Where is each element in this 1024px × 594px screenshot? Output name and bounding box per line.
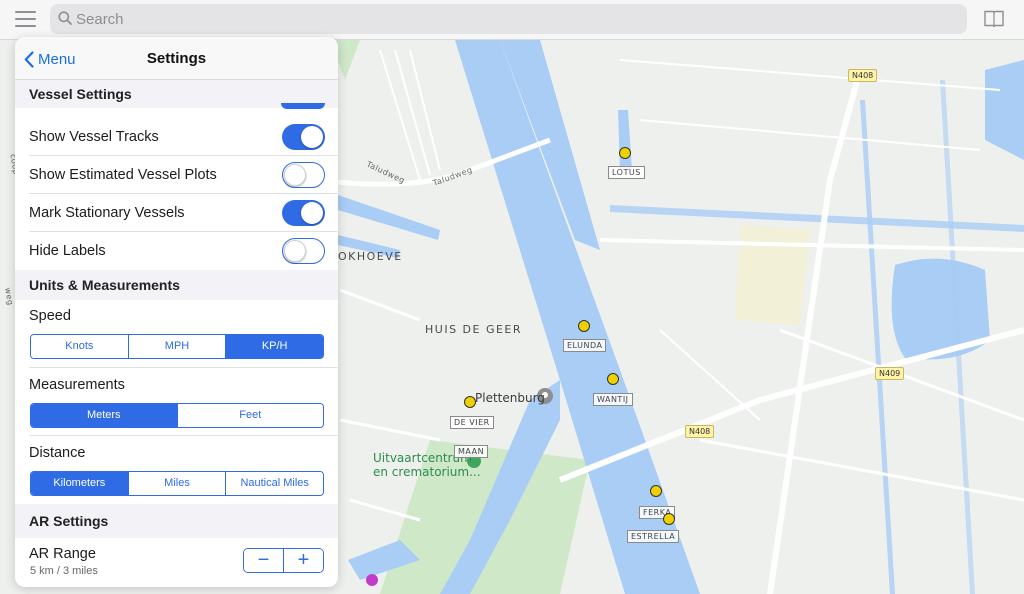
vessel-marker-icon[interactable] [663,513,675,525]
segment-knots[interactable]: Knots [31,335,129,358]
toggle-show-vessel-tracks[interactable] [282,124,325,150]
section-header-ar-settings: AR Settings [15,504,338,538]
place-label-huis-de-geer: HUIS DE GEER [425,323,523,336]
vessel-label-wantij[interactable]: WANTIJ [593,393,633,406]
poi-label-crematorium[interactable]: en crematorium... [373,466,481,479]
menu-icon[interactable] [15,11,36,27]
distance-segmented-control: Kilometers Miles Nautical Miles [30,471,324,496]
speed-segmented-control: Knots MPH KP/H [30,334,324,359]
measurements-segmented-control: Meters Feet [30,403,324,428]
section-header-units: Units & Measurements [15,270,338,300]
vessel-marker-icon[interactable] [464,396,476,408]
search-input[interactable] [76,4,936,34]
segment-nautical-miles[interactable]: Nautical Miles [226,472,323,495]
toggle-hide-labels[interactable] [282,238,325,264]
road-badge-n409: N409 [875,367,905,380]
vessel-marker-icon[interactable] [619,147,631,159]
increment-button[interactable]: + [284,549,323,572]
segment-kilometers[interactable]: Kilometers [31,472,129,495]
segment-miles[interactable]: Miles [128,472,227,495]
panel-header: Menu Settings [15,37,338,80]
vessel-label-maan[interactable]: MAAN [454,445,489,458]
search-icon [58,11,72,25]
setting-label: Distance [29,445,86,461]
setting-row-measurements: Measurements Meters Feet [15,368,338,436]
place-label-okhoeve: OKHOEVE [338,250,403,263]
vessel-label-de-vier[interactable]: DE VIER [450,416,494,429]
segment-meters[interactable]: Meters [31,404,178,427]
vessel-label-estrella[interactable]: ESTRELLA [627,530,680,543]
search-bar[interactable] [50,4,967,34]
top-bar [0,0,1024,40]
road-badge-n408: N408 [685,425,715,438]
setting-row-distance: Distance Kilometers Miles Nautical Miles [15,436,338,504]
toggle-show-estimated-vessel-plots[interactable] [282,162,325,188]
toggle-mark-stationary-vessels[interactable] [282,200,325,226]
setting-label: AR Range [29,546,96,562]
decrement-button[interactable]: − [244,549,284,572]
vessel-marker-icon[interactable] [650,485,662,497]
setting-row-ar-range: AR Range 5 km / 3 miles − + [15,538,338,587]
ar-range-stepper: − + [243,548,324,573]
vessel-marker-icon[interactable] [607,373,619,385]
setting-label: Hide Labels [29,243,106,259]
panel-title: Settings [146,50,207,67]
setting-label: Speed [29,308,71,324]
setting-row-hide-labels: Hide Labels [15,232,338,270]
segment-kph[interactable]: KP/H [226,335,323,358]
vessel-label-elunda[interactable]: ELUNDA [563,339,607,352]
book-icon[interactable] [984,10,1004,27]
ar-range-value: 5 km / 3 miles [30,565,98,577]
setting-row-speed: Speed Knots MPH KP/H [15,300,338,368]
setting-label: Show Vessel Tracks [29,129,159,145]
row-partial [15,108,338,118]
segment-feet[interactable]: Feet [177,404,323,427]
vessel-label-lotus[interactable]: LOTUS [608,166,645,179]
setting-label: Mark Stationary Vessels [29,205,185,221]
road-badge-n408: N408 [848,69,878,82]
setting-label: Measurements [29,377,125,393]
settings-panel: Menu Settings Vessel Settings Show Vesse… [15,37,338,587]
vessel-marker-icon[interactable] [578,320,590,332]
poi-label-plettenburg[interactable]: Plettenburg [475,392,545,405]
segment-mph[interactable]: MPH [128,335,227,358]
setting-row-show-vessel-tracks: Show Vessel Tracks [15,118,338,156]
setting-label: Show Estimated Vessel Plots [29,167,217,183]
setting-row-mark-stationary-vessels: Mark Stationary Vessels [15,194,338,232]
setting-row-show-estimated-vessel-plots: Show Estimated Vessel Plots [15,156,338,194]
toggle-partial[interactable] [281,103,325,109]
